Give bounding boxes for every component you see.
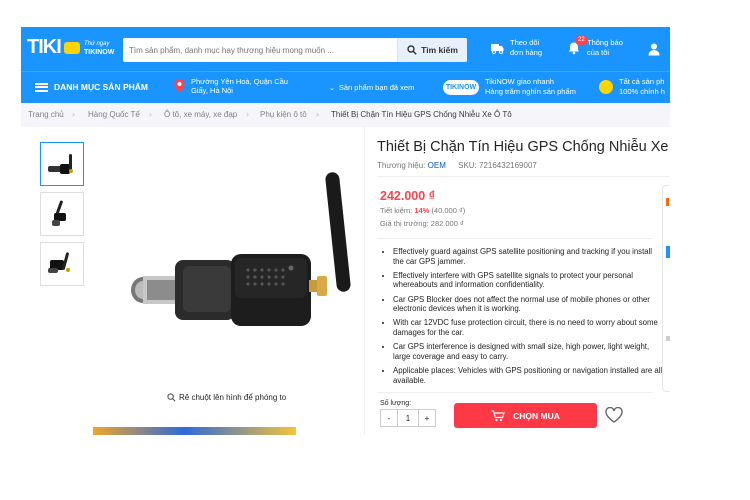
truck-icon [491, 44, 504, 54]
feature-item: Car GPS Blocker does not affect the norm… [393, 295, 663, 314]
feature-item: Effectively interfere with GPS satellite… [393, 271, 663, 290]
saving-label: Tiết kiệm: [380, 206, 413, 215]
quantity-stepper: - 1 + [380, 409, 436, 427]
quantity-label: Số lượng: [380, 400, 412, 407]
tikinow-logo[interactable]: TIKINOW [443, 80, 479, 95]
breadcrumb-international[interactable]: Hàng Quốc Tế [88, 110, 140, 119]
breadcrumb: Trang chủ › Hàng Quốc Tế › Ô tô, xe máy,… [21, 103, 670, 127]
divider [377, 392, 652, 393]
seller-panel [662, 185, 670, 392]
genuine-guarantee[interactable]: Tất cả sản ph 100% chính h [599, 77, 665, 97]
product-thumbnail-image [52, 200, 66, 226]
seller-link[interactable] [666, 246, 670, 258]
category-menu-button[interactable]: DANH MỤC SẢN PHẨM [35, 82, 148, 92]
breadcrumb-car-accessories[interactable]: Phụ kiện ô tô [260, 110, 307, 119]
tiki-logo[interactable]: TIKI [27, 36, 62, 59]
location-line-1: Phường Yên Hoà, Quận Cầu [191, 77, 288, 86]
cart-icon [491, 409, 505, 421]
location-pin-icon [174, 79, 185, 93]
tikinow-promo-line-2: Hàng trăm nghìn sản phẩm [485, 87, 576, 96]
location-line-2: Giấy, Hà Nội [191, 86, 233, 95]
recently-viewed-dropdown[interactable]: ⌄ Sản phẩm bạn đã xem [329, 83, 414, 92]
feature-list: Effectively guard against GPS satellite … [377, 247, 663, 390]
chevron-right-icon: › [246, 109, 249, 119]
saving-amount: (40.000 ₫) [431, 206, 466, 215]
seller-info [666, 336, 670, 341]
recently-viewed-label: Sản phẩm bạn đã xem [338, 83, 415, 92]
zoom-icon [167, 393, 176, 402]
genuine-line-2: 100% chính h [619, 87, 665, 96]
search-button[interactable]: Tìm kiếm [397, 38, 467, 62]
quantity-input[interactable]: 1 [398, 409, 418, 427]
search-bar: Tìm kiếm [123, 38, 467, 62]
notification-count-badge: 22 [575, 36, 588, 45]
chevron-right-icon: › [72, 109, 75, 119]
buy-button[interactable]: CHỌN MUA [454, 403, 597, 428]
heart-icon[interactable] [605, 407, 623, 423]
breadcrumb-vehicles[interactable]: Ô tô, xe máy, xe đạp [164, 110, 237, 119]
brand-row: Thương hiệu: OEM SKU: 7216432169007 [377, 161, 537, 170]
product-price: 242.000 ₫ [380, 189, 436, 203]
chevron-down-icon: ⌄ [329, 85, 335, 92]
divider [364, 127, 365, 435]
divider [377, 176, 670, 177]
now-badge-line1: Thứ ngay [84, 41, 110, 47]
notif-label-1: Thông báo [587, 38, 623, 47]
thumbnail-3[interactable] [40, 242, 84, 286]
product-thumbnail-image [48, 252, 70, 273]
browser-viewport: TIKI Thứ ngay TIKINOW Tìm kiếm Theo dõi … [21, 27, 670, 435]
genuine-line-1: Tất cả sản ph [619, 77, 665, 86]
scooter-icon [64, 42, 80, 54]
category-menu-label: DANH MỤC SẢN PHẨM [54, 82, 148, 92]
brand-label: Thương hiệu: [377, 161, 426, 170]
category-nav-bar: DANH MỤC SẢN PHẨM Phường Yên Hoà, Quận C… [21, 71, 670, 104]
buy-button-label: CHỌN MUA [513, 410, 560, 421]
track-orders-link[interactable]: Theo dõi đơn hàng [490, 38, 542, 58]
quantity-decrease-button[interactable]: - [380, 409, 398, 427]
feature-item: Effectively guard against GPS satellite … [393, 247, 663, 266]
feature-item: Applicable places: Vehicles with GPS pos… [393, 366, 663, 385]
chevron-right-icon: › [316, 109, 319, 119]
product-detail: Rê chuột lên hình để phóng to Thiết Bị C… [21, 127, 670, 435]
notif-label-2: của tôi [587, 48, 610, 57]
notifications-link[interactable]: 22 Thông báo của tôi [567, 36, 623, 58]
sku: SKU: 7216432169007 [458, 161, 537, 170]
user-account-icon[interactable] [647, 42, 661, 56]
breadcrumb-current: Thiết Bị Chặn Tín Hiệu GPS Chống Nhiễu X… [331, 110, 512, 119]
thumbnail-2[interactable] [40, 192, 84, 236]
hamburger-icon [35, 82, 48, 92]
search-button-label: Tìm kiếm [421, 45, 458, 55]
seller-badge [666, 198, 669, 206]
tikinow-logo-text: TIKINOW [445, 84, 477, 91]
quantity-increase-button[interactable]: + [418, 409, 436, 427]
product-thumbnail-image [48, 154, 73, 174]
promo-banner[interactable] [93, 427, 296, 435]
orders-label-1: Theo dõi [510, 38, 540, 47]
feature-item: With car 12VDC fuse protection circuit, … [393, 318, 663, 337]
search-icon [407, 45, 417, 55]
thumbnail-1[interactable] [40, 142, 84, 186]
tikinow-badge[interactable]: Thứ ngay TIKINOW [64, 39, 114, 59]
product-title: Thiết Bị Chặn Tín Hiệu GPS Chống Nhiễu X… [377, 139, 669, 155]
search-input[interactable] [123, 38, 395, 62]
product-main-image[interactable] [103, 162, 363, 362]
orders-label-2: đơn hàng [510, 48, 543, 57]
delivery-location[interactable]: Phường Yên Hoà, Quận Cầu Giấy, Hà Nội [174, 77, 288, 95]
top-header: TIKI Thứ ngay TIKINOW Tìm kiếm Theo dõi … [21, 27, 670, 71]
tikinow-promo-line-1: TikiNOW giao nhanh [485, 77, 554, 86]
breadcrumb-home[interactable]: Trang chủ [28, 110, 64, 119]
brand-link[interactable]: OEM [428, 161, 446, 170]
divider [377, 238, 652, 239]
tikinow-promo[interactable]: TikiNOW giao nhanh Hàng trăm nghìn sản p… [485, 77, 576, 97]
saving-info: Tiết kiệm: 14% (40.000 ₫) [380, 206, 465, 215]
zoom-hint: Rê chuột lên hình để phóng to [167, 393, 286, 402]
medal-icon [599, 80, 613, 94]
market-price: Giá thị trường: 282.000 ₫ [380, 219, 464, 228]
zoom-hint-text: Rê chuột lên hình để phóng to [179, 393, 287, 402]
thumbnail-list [40, 142, 84, 292]
saving-percent: 14% [414, 206, 430, 215]
feature-item: Car GPS interference is designed with sm… [393, 342, 663, 361]
chevron-right-icon: › [149, 109, 152, 119]
now-badge-line2: TIKINOW [84, 49, 115, 56]
